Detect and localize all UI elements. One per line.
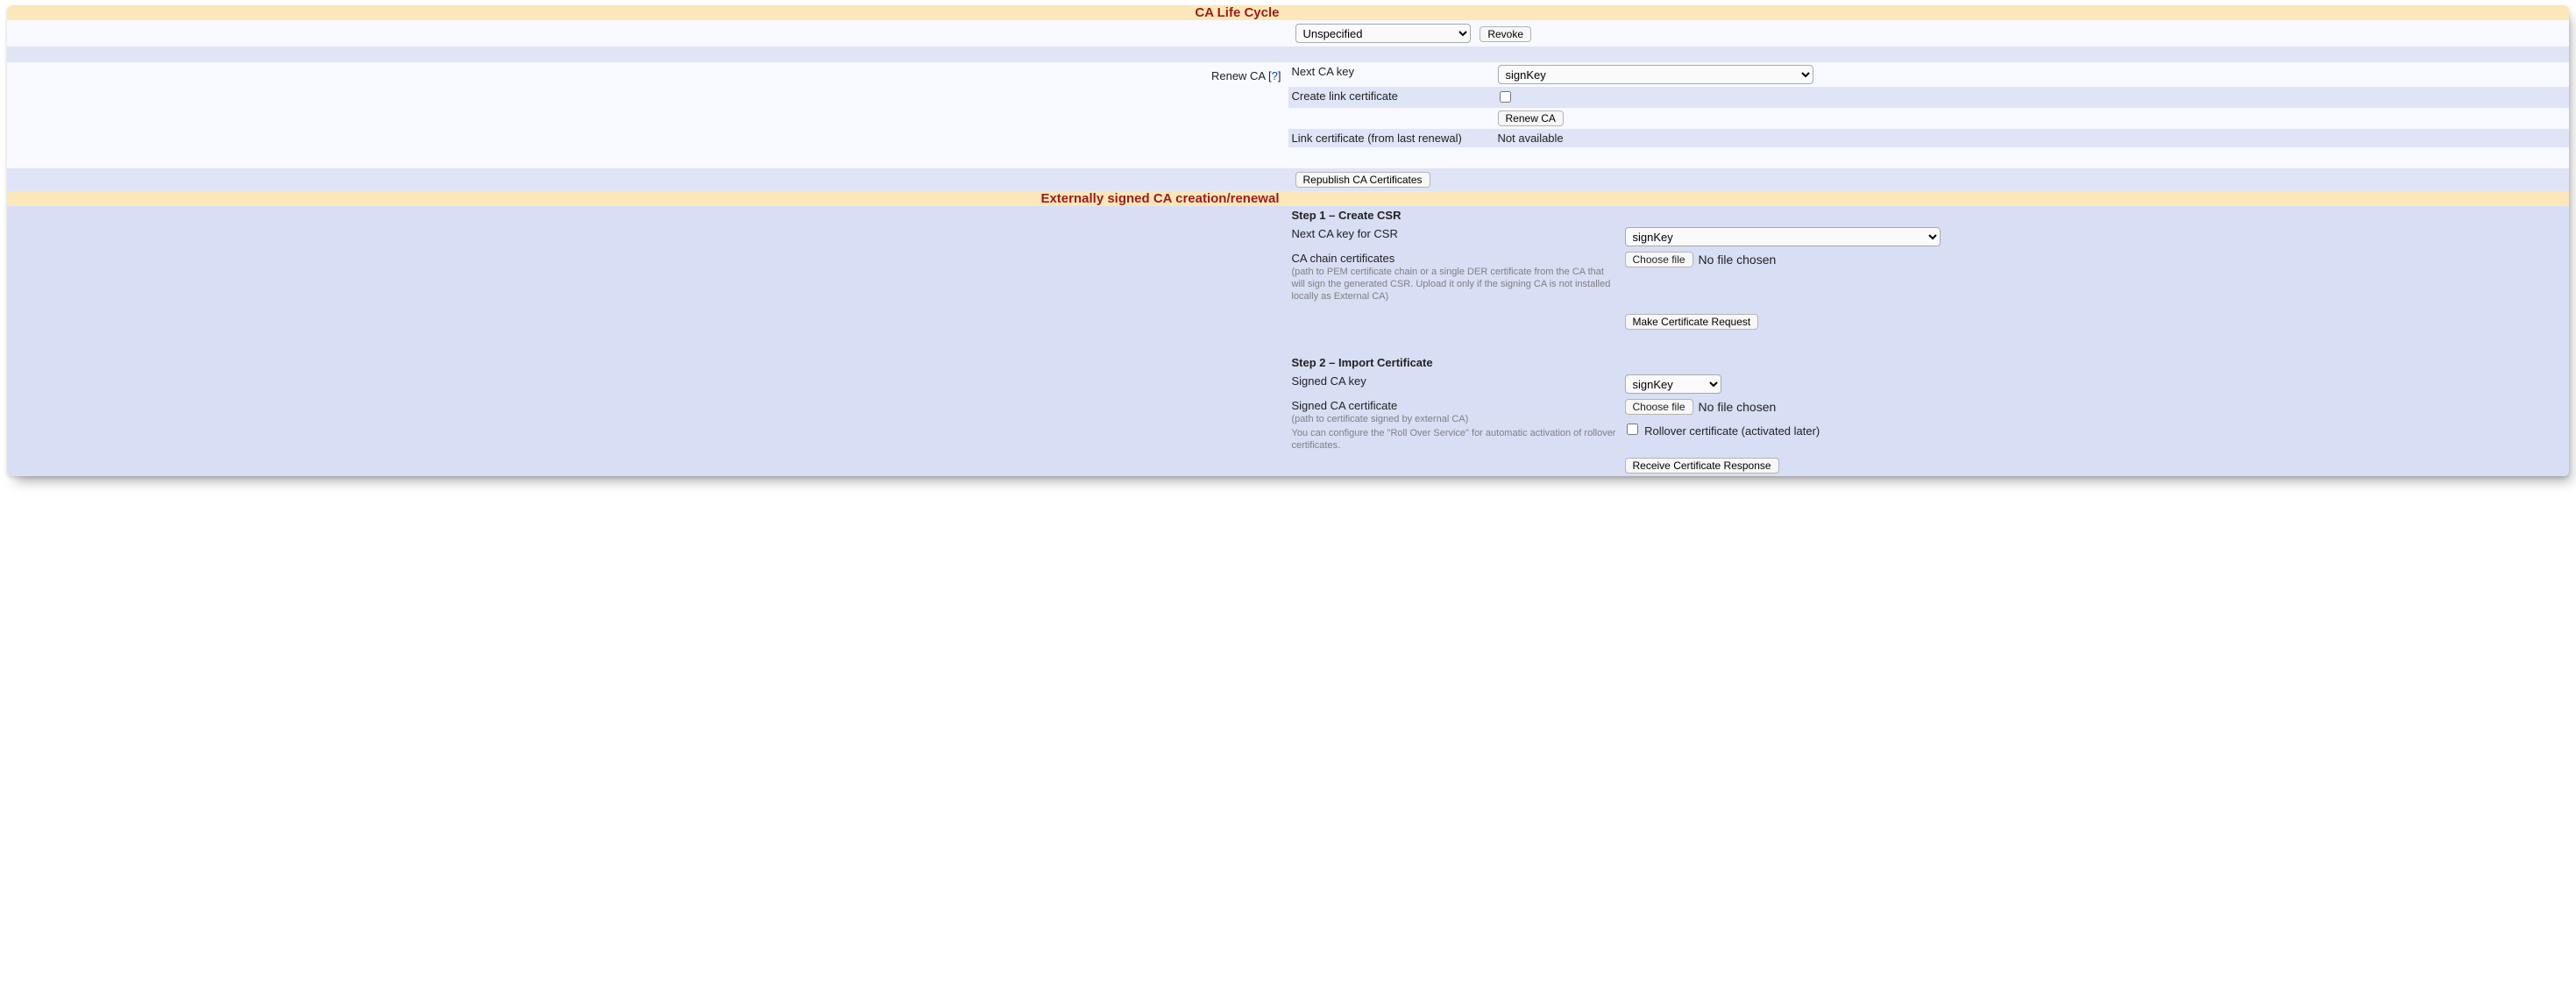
- ca-chain-label: CA chain certificates: [1292, 252, 1395, 265]
- signed-cert-file-input[interactable]: Choose file No file chosen: [1625, 399, 1777, 415]
- link-cert-last-value: Not available: [1494, 129, 2570, 147]
- renew-ca-button[interactable]: Renew CA: [1498, 110, 1564, 126]
- ca-chain-file-name: No file chosen: [1699, 253, 1777, 267]
- rollover-checkbox-label: Rollover certificate (activated later): [1644, 424, 1820, 438]
- step1-title: Step 1 – Create CSR: [1288, 206, 2570, 224]
- next-ca-key-select[interactable]: signKey: [1498, 65, 1813, 84]
- rollover-checkbox[interactable]: [1627, 424, 1638, 435]
- rollover-hint: You can configure the "Roll Over Service…: [1292, 428, 1616, 452]
- renew-ca-help-link[interactable]: ?: [1272, 69, 1278, 82]
- create-link-cert-label: Create link certificate: [1288, 87, 1494, 108]
- republish-ca-button[interactable]: Republish CA Certificates: [1295, 172, 1430, 188]
- link-cert-last-label: Link certificate (from last renewal): [1288, 129, 1494, 147]
- ca-chain-hint: (path to PEM certificate chain or a sing…: [1292, 267, 1616, 303]
- signed-key-select[interactable]: signKey: [1625, 374, 1721, 394]
- step2-title: Step 2 – Import Certificate: [1288, 353, 2570, 372]
- choose-file-button[interactable]: Choose file: [1625, 252, 1693, 267]
- create-link-cert-checkbox[interactable]: [1500, 91, 1511, 103]
- signed-cert-label: Signed CA certificate: [1292, 399, 1398, 412]
- section-title-external: Externally signed CA creation/renewal: [7, 191, 1288, 206]
- row-renew-ca: Renew CA [?] Next CA key signKey Create …: [7, 62, 2569, 147]
- next-ca-key-label: Next CA key: [1288, 62, 1494, 87]
- section-header-external: Externally signed CA creation/renewal: [7, 191, 2569, 206]
- section-header-lifecycle: CA Life Cycle: [7, 5, 2569, 20]
- signed-cert-file-name: No file chosen: [1699, 400, 1777, 414]
- signed-key-label: Signed CA key: [1288, 372, 1622, 396]
- renew-ca-label: Renew CA: [1211, 69, 1265, 82]
- row-external-body: Step 1 – Create CSR Next CA key for CSR …: [7, 206, 2569, 476]
- revoke-button[interactable]: Revoke: [1480, 26, 1531, 42]
- row-republish: Republish CA Certificates: [7, 168, 2569, 191]
- signed-cert-hint: (path to certificate signed by external …: [1292, 414, 1616, 426]
- section-title-lifecycle: CA Life Cycle: [7, 5, 1288, 20]
- ca-chain-file-input[interactable]: Choose file No file chosen: [1625, 252, 1777, 267]
- rollover-checkbox-row[interactable]: Rollover certificate (activated later): [1625, 424, 1820, 438]
- csr-key-label: Next CA key for CSR: [1288, 224, 1622, 249]
- receive-cert-button[interactable]: Receive Certificate Response: [1625, 458, 1779, 474]
- make-csr-button[interactable]: Make Certificate Request: [1625, 314, 1759, 330]
- revoke-reason-select[interactable]: Unspecified: [1295, 24, 1471, 43]
- csr-key-select[interactable]: signKey: [1625, 227, 1941, 246]
- choose-file-button-2[interactable]: Choose file: [1625, 399, 1693, 415]
- row-revoke: Unspecified Revoke: [7, 20, 2569, 46]
